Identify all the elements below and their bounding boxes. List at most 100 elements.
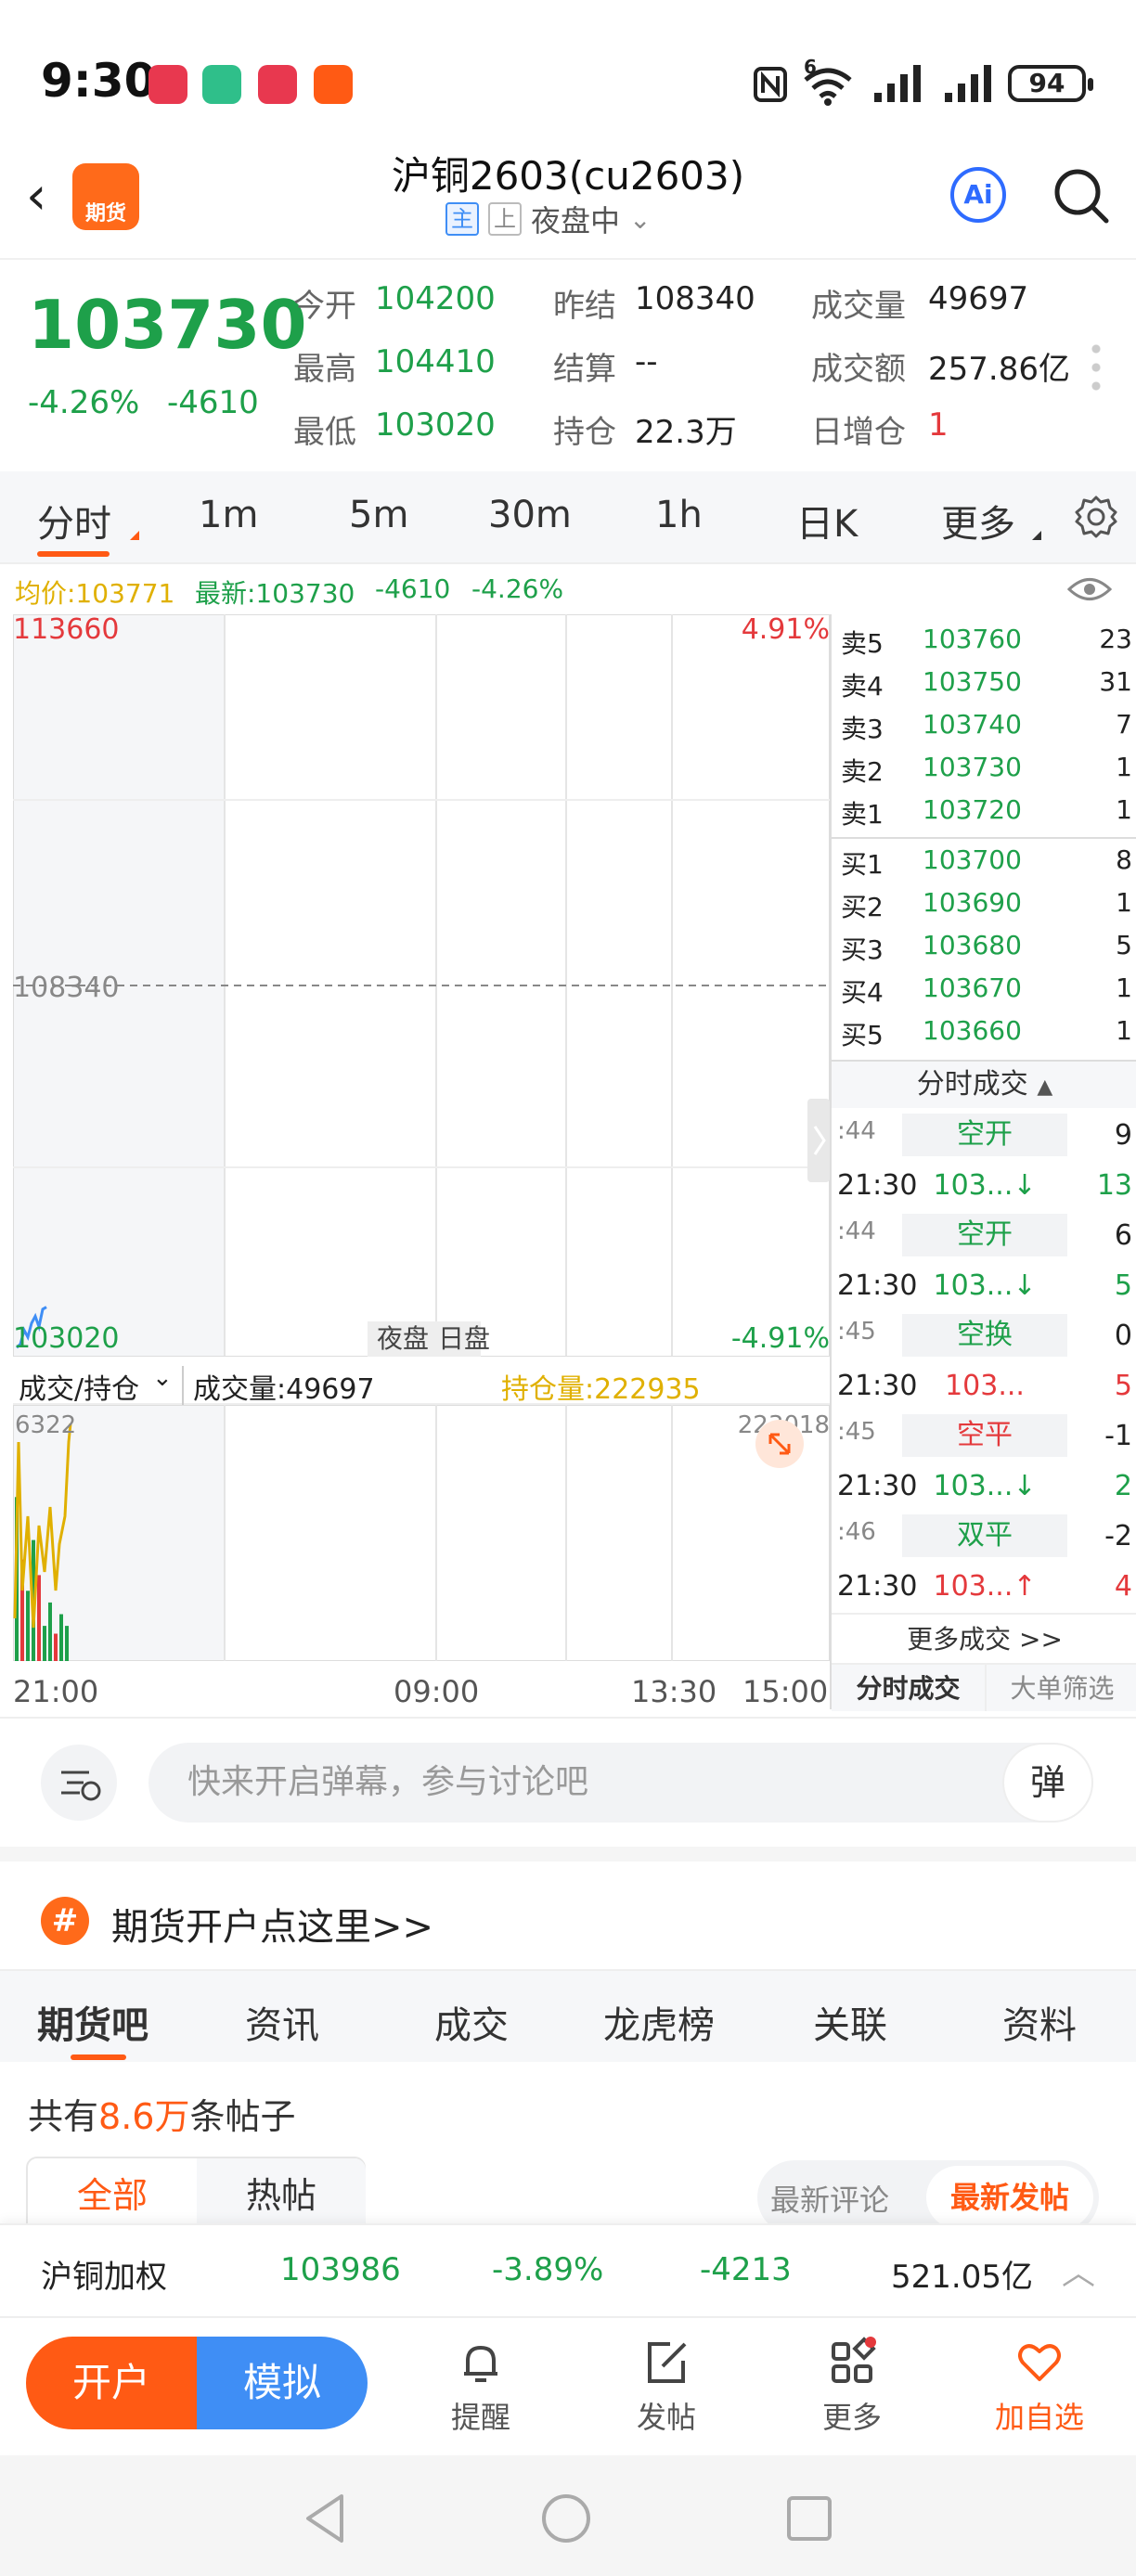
chart-collapse-handle[interactable] bbox=[807, 1099, 830, 1182]
axis-label-close: 15:00 bbox=[742, 1674, 829, 1709]
filter-hot[interactable]: 热帖 bbox=[197, 2158, 366, 2233]
search-icon[interactable] bbox=[1052, 167, 1110, 225]
axis-label-start: 21:00 bbox=[13, 1674, 99, 1709]
nav-back-icon[interactable] bbox=[303, 2492, 349, 2544]
volume-header: 成交/持仓 ⌄ 成交量:49697 持仓量:222935 bbox=[13, 1357, 830, 1407]
timeshare-chart[interactable]: 113660 4.91% 108340 103020 -4.91% 夜盘 日盘 bbox=[13, 614, 830, 1357]
tab-big-order-filter[interactable]: 大单筛选 bbox=[985, 1663, 1136, 1711]
sort-latest-post[interactable]: 最新发帖 bbox=[926, 2166, 1093, 2229]
tab-1m[interactable]: 1m bbox=[199, 494, 258, 536]
expand-dots-icon[interactable] bbox=[1091, 340, 1101, 395]
eye-icon[interactable] bbox=[1067, 575, 1112, 603]
tab-futures-bar[interactable]: 期货吧 bbox=[37, 1995, 148, 2049]
hashtag-icon: # bbox=[41, 1897, 89, 1945]
more-button[interactable]: 更多 bbox=[796, 2337, 908, 2437]
posts-count-value: 8.6万 bbox=[98, 2096, 190, 2137]
tab-trades[interactable]: 成交 bbox=[434, 1995, 509, 2049]
tab-more[interactable]: 更多 bbox=[941, 494, 1015, 547]
tab-related[interactable]: 关联 bbox=[813, 1995, 887, 2049]
change-percent: -4.26% bbox=[28, 384, 140, 421]
trade-volume: 9 bbox=[1114, 1119, 1132, 1152]
post-button[interactable]: 发帖 bbox=[611, 2337, 722, 2437]
more-trades-link[interactable]: 更多成交 >> bbox=[832, 1613, 1136, 1663]
tab-daily-k[interactable]: 日K bbox=[796, 494, 858, 547]
trade-volume: -2 bbox=[1104, 1520, 1132, 1552]
sort-latest-comment[interactable]: 最新评论 bbox=[770, 2177, 889, 2220]
trade-row: :44 空开 6 bbox=[832, 1212, 1136, 1262]
watch-label: 加自选 bbox=[994, 2400, 1084, 2435]
gear-icon[interactable] bbox=[1073, 494, 1119, 540]
bid-row-5: 买5 103660 1 bbox=[832, 1015, 1136, 1058]
remind-button[interactable]: 提醒 bbox=[425, 2337, 536, 2437]
flight-app-icon bbox=[314, 65, 353, 104]
edit-icon bbox=[648, 2342, 687, 2383]
volume-bar bbox=[48, 1602, 52, 1661]
weighted-ticker[interactable]: 沪铜加权 103986 -3.89% -4213 521.05亿 ︿ bbox=[0, 2223, 1136, 2316]
add-watchlist-button[interactable]: 加自选 bbox=[984, 2337, 1095, 2437]
volume-value: 49697 bbox=[928, 280, 1029, 317]
bid-label: 买2 bbox=[841, 892, 884, 922]
ask-label: 卖3 bbox=[841, 714, 884, 744]
demo-trade-button[interactable]: 模拟 bbox=[197, 2337, 368, 2429]
latest-percent: -4.26% bbox=[471, 573, 564, 604]
trade-row: 21:30 103...↓ 2 bbox=[832, 1462, 1136, 1513]
bell-icon bbox=[464, 2345, 497, 2382]
trade-volume: 4 bbox=[1114, 1570, 1132, 1603]
trade-row: :45 空平 -1 bbox=[832, 1412, 1136, 1462]
session-status: 夜盘中 bbox=[531, 203, 621, 238]
volume-label: 成交量 bbox=[811, 288, 906, 325]
comment-input[interactable]: 快来开启弹幕，参与讨论吧 bbox=[148, 1743, 1093, 1823]
tab-timeshare-trades[interactable]: 分时成交 bbox=[832, 1663, 985, 1711]
tab-profile[interactable]: 资料 bbox=[1002, 1995, 1077, 2049]
ticker-price: 103986 bbox=[280, 2251, 401, 2288]
post-label: 发帖 bbox=[636, 2400, 696, 2435]
tab-1h[interactable]: 1h bbox=[655, 494, 703, 536]
tab-timeshare[interactable]: 分时 bbox=[37, 494, 111, 547]
latest-change: -4610 bbox=[375, 573, 451, 604]
ticker-name: 沪铜加权 bbox=[41, 2259, 167, 2296]
tab-dragon-tiger[interactable]: 龙虎榜 bbox=[603, 1995, 715, 2049]
ask-price: 103750 bbox=[923, 666, 1022, 697]
open-account-banner[interactable]: # 期货开户点这里>> bbox=[0, 1847, 1136, 1969]
filter-all[interactable]: 全部 bbox=[28, 2158, 197, 2233]
open-interest-total: 持仓量:222935 bbox=[501, 1373, 701, 1406]
avg-price: 均价:103771 bbox=[15, 578, 175, 609]
nfc-icon bbox=[754, 67, 787, 102]
huawei-store-icon bbox=[258, 65, 297, 104]
danmu-toggle[interactable]: 弹 bbox=[1002, 1743, 1093, 1823]
trades-title: 分时成交 bbox=[916, 1068, 1028, 1101]
latest-price: 最新:103730 bbox=[195, 578, 355, 609]
bid-price: 103670 bbox=[923, 972, 1022, 1003]
session-selector[interactable]: 主 上 夜盘中 ⌄ bbox=[445, 199, 651, 239]
trade-row: :44 空开 9 bbox=[832, 1112, 1136, 1162]
trade-type: 双平 bbox=[902, 1514, 1067, 1557]
daily-oi-change-label: 日增仓 bbox=[811, 414, 906, 451]
book-divider bbox=[832, 837, 1136, 839]
volume-chart[interactable]: 6322 223018 bbox=[13, 1405, 830, 1661]
ai-assistant-button[interactable]: Ai bbox=[950, 167, 1006, 223]
volume-selector[interactable]: 成交/持仓 bbox=[19, 1366, 139, 1407]
open-account-button[interactable]: 开户 bbox=[26, 2337, 197, 2429]
posts-suffix: 条帖子 bbox=[189, 2096, 296, 2137]
bid-price: 103680 bbox=[923, 930, 1022, 960]
tab-5m[interactable]: 5m bbox=[349, 494, 408, 536]
open-interest-value: 22.3万 bbox=[635, 414, 737, 451]
settle-value: -- bbox=[635, 343, 658, 380]
danmu-settings-icon[interactable] bbox=[41, 1745, 117, 1821]
trades-title-bar[interactable]: 分时成交 ▲ bbox=[832, 1062, 1136, 1108]
heart-icon bbox=[1018, 2344, 1061, 2381]
trade-time: :44 bbox=[837, 1217, 876, 1245]
caret-up-icon: ▲ bbox=[1037, 1075, 1053, 1099]
tab-30m[interactable]: 30m bbox=[488, 494, 572, 536]
trade-volume: 13 bbox=[1096, 1169, 1132, 1202]
nav-recent-icon[interactable] bbox=[785, 2494, 833, 2543]
bid-price: 103660 bbox=[923, 1015, 1022, 1046]
tab-news[interactable]: 资讯 bbox=[245, 1995, 319, 2049]
volume-bar bbox=[43, 1626, 46, 1661]
nav-home-icon[interactable] bbox=[540, 2492, 592, 2544]
system-nav-bar bbox=[0, 2455, 1136, 2576]
chevron-up-icon[interactable]: ︿ bbox=[1062, 2246, 1095, 2294]
volume-total: 成交量:49697 bbox=[182, 1366, 375, 1407]
bid-label: 买1 bbox=[841, 849, 884, 880]
ask-row-5: 卖5 103760 23 bbox=[832, 624, 1136, 666]
